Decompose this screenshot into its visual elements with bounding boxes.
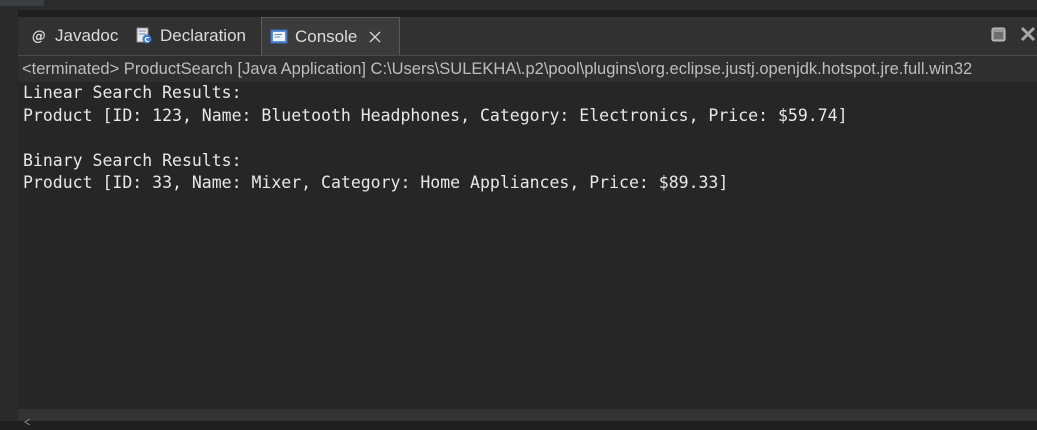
view-tab-bar: @ Javadoc C Declaration Console — [18, 17, 1037, 56]
tab-javadoc-label: Javadoc — [55, 26, 119, 45]
close-icon[interactable] — [369, 31, 381, 43]
scroll-left-arrow-icon[interactable] — [24, 412, 32, 426]
console-icon — [270, 28, 288, 46]
view-controls — [977, 17, 1037, 51]
console-line: Product [ID: 33, Name: Mixer, Category: … — [23, 173, 729, 192]
tab-javadoc[interactable]: @ Javadoc — [30, 17, 118, 55]
horizontal-scrollbar[interactable] — [18, 409, 1037, 426]
at-sign-icon: @ — [30, 27, 48, 45]
console-process-status: <terminated> ProductSearch [Java Applica… — [18, 56, 1037, 82]
console-line: Linear Search Results: — [23, 83, 242, 102]
console-line: Product [ID: 123, Name: Bluetooth Headph… — [23, 105, 848, 125]
declaration-icon: C — [135, 27, 153, 45]
tab-declaration-label: Declaration — [160, 26, 246, 45]
top-strip — [0, 0, 1037, 10]
console-output[interactable]: Linear Search Results: Product [ID: 123,… — [18, 82, 1037, 409]
console-line: Binary Search Results: — [23, 150, 242, 170]
svg-text:@: @ — [32, 29, 46, 45]
close-panel-icon[interactable] — [1019, 25, 1037, 43]
tab-console-label: Console — [295, 26, 358, 46]
maximize-icon[interactable] — [989, 25, 1007, 43]
top-strip-block — [0, 0, 44, 6]
svg-text:C: C — [144, 36, 149, 44]
tab-declaration[interactable]: C Declaration — [135, 17, 246, 55]
left-gutter — [0, 10, 18, 421]
tab-console[interactable]: Console — [261, 17, 400, 55]
